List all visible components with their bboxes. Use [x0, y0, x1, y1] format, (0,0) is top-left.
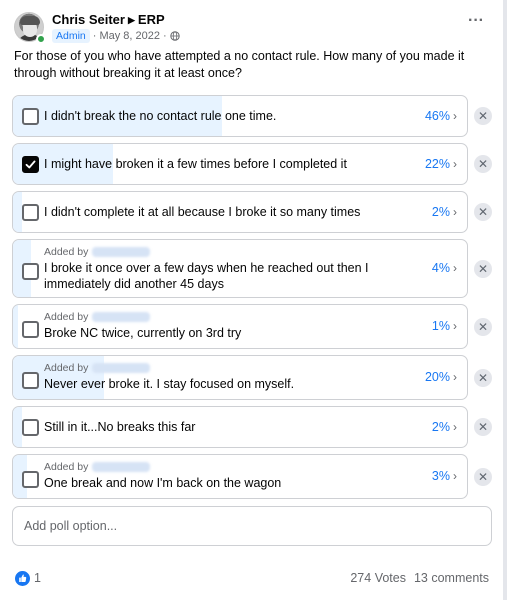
percent-value: 46%	[424, 109, 450, 123]
poll-option[interactable]: I didn't break the no contact rule one t…	[12, 95, 468, 137]
post-card: Chris Seiter ▶ ERP Admin · May 8, 2022 · ·…	[0, 0, 503, 600]
poll-option-label: One break and now I'm back on the wagon	[44, 476, 282, 490]
scroll-edge	[503, 0, 507, 600]
poll-option-percent[interactable]: 2% ›	[432, 205, 457, 219]
redacted-name	[92, 312, 151, 322]
close-icon[interactable]: ✕	[474, 468, 492, 486]
chevron-right-icon: ›	[453, 205, 457, 219]
poll-option[interactable]: Added by One break and now I'm back on th…	[12, 454, 468, 499]
chevron-right-icon: ›	[453, 319, 457, 333]
chevron-right-icon: ›	[453, 109, 457, 123]
poll-question: For those of you who have attempted a no…	[14, 49, 465, 80]
poll-option[interactable]: Still in it...No breaks this far 2% ›	[12, 406, 468, 448]
added-by-text: Added by	[44, 362, 89, 374]
poll-option-label: Broke NC twice, currently on 3rd try	[44, 326, 242, 340]
checkbox[interactable]	[22, 321, 39, 338]
like-count[interactable]: 1	[34, 571, 41, 585]
redacted-name	[92, 462, 151, 472]
poll-option[interactable]: Added by Never ever broke it. I stay focu…	[12, 355, 468, 400]
vote-count[interactable]: 274 Votes	[350, 571, 406, 585]
close-icon[interactable]: ✕	[474, 369, 492, 387]
thumbs-up-icon[interactable]	[15, 571, 30, 586]
percent-value: 2%	[431, 205, 450, 219]
poll-option[interactable]: I might have broken it a few times befor…	[12, 143, 468, 185]
meta-dot: ·	[162, 30, 167, 42]
poll-option-label: I might have broken it a few times befor…	[44, 157, 347, 171]
chevron-right-icon: ›	[453, 261, 457, 275]
added-by-label: Added by	[44, 311, 151, 323]
percent-value: 22%	[424, 157, 450, 171]
close-icon[interactable]: ✕	[474, 260, 492, 278]
poll-option-percent[interactable]: 46% ›	[425, 109, 457, 123]
chevron-right-icon: ›	[453, 469, 457, 483]
added-by-text: Added by	[44, 311, 89, 323]
added-by-label: Added by	[44, 246, 151, 258]
redacted-name	[92, 247, 151, 257]
poll-option[interactable]: I didn't complete it at all because I br…	[12, 191, 468, 233]
globe-icon	[169, 31, 180, 41]
online-status-dot	[36, 34, 46, 44]
close-icon[interactable]: ✕	[474, 155, 492, 173]
percent-value: 3%	[431, 469, 450, 483]
poll-option-label: Still in it...No breaks this far	[44, 420, 196, 434]
added-by-text: Added by	[44, 246, 89, 258]
percent-value: 4%	[431, 261, 450, 275]
poll-option[interactable]: Added by Broke NC twice, currently on 3rd…	[12, 304, 468, 349]
checkbox[interactable]	[22, 419, 39, 436]
chevron-right-icon: ›	[453, 370, 457, 384]
comment-count[interactable]: 13 comments	[414, 571, 489, 585]
poll-result-bar	[13, 192, 23, 232]
close-icon[interactable]: ✕	[474, 107, 492, 125]
close-icon[interactable]: ✕	[474, 418, 492, 436]
poll-option-label: I didn't complete it at all because I br…	[44, 205, 361, 219]
checkbox[interactable]	[22, 263, 39, 280]
poll-option-label: I broke it once over a few days when he …	[44, 261, 369, 291]
poll-result-bar	[13, 407, 23, 447]
poll-option-label: I didn't break the no contact rule one t…	[44, 109, 277, 123]
poll-option-percent[interactable]: 1% ›	[432, 319, 457, 333]
add-poll-option-input[interactable]: Add poll option...	[12, 506, 492, 546]
chevron-right-icon: ›	[453, 157, 457, 171]
post-footer: 1 274 Votes 13 comments	[12, 570, 492, 588]
group-name[interactable]: ERP	[138, 12, 165, 27]
added-by-label: Added by	[44, 461, 151, 473]
poll-option-percent[interactable]: 3% ›	[432, 469, 457, 483]
redacted-name	[92, 363, 151, 373]
added-by-text: Added by	[44, 461, 89, 473]
poll-option-percent[interactable]: 20% ›	[425, 370, 457, 384]
arrow-right-icon: ▶	[127, 15, 135, 25]
poll-option-percent[interactable]: 2% ›	[432, 420, 457, 434]
checkbox[interactable]	[22, 471, 39, 488]
post-meta: Admin · May 8, 2022 ·	[52, 29, 180, 43]
poll-option-label: Never ever broke it. I stay focused on m…	[44, 377, 295, 391]
checkbox[interactable]	[22, 108, 39, 125]
checkbox[interactable]	[22, 372, 39, 389]
percent-value: 1%	[431, 319, 450, 333]
post-header: Chris Seiter ▶ ERP Admin · May 8, 2022 · ·…	[12, 10, 492, 44]
checkbox-checked[interactable]	[22, 156, 39, 173]
poll-option-percent[interactable]: 4% ›	[432, 261, 457, 275]
post-date[interactable]: May 8, 2022	[99, 30, 160, 42]
checkbox[interactable]	[22, 204, 39, 221]
admin-badge: Admin	[52, 29, 90, 43]
added-by-label: Added by	[44, 362, 151, 374]
poll-option[interactable]: Added by I broke it once over a few days …	[12, 239, 468, 298]
close-icon[interactable]: ✕	[474, 203, 492, 221]
percent-value: 20%	[424, 370, 450, 384]
poll-option-percent[interactable]: 22% ›	[425, 157, 457, 171]
close-icon[interactable]: ✕	[474, 318, 492, 336]
ellipsis-icon[interactable]: ···	[466, 13, 486, 32]
meta-dot: ·	[92, 30, 97, 42]
poll-result-bar	[13, 305, 18, 348]
author-name[interactable]: Chris Seiter	[52, 12, 125, 27]
percent-value: 2%	[431, 420, 450, 434]
author-line: Chris Seiter ▶ ERP	[52, 12, 165, 27]
post-stats: 274 Votes 13 comments	[350, 571, 489, 585]
checkmark-icon	[25, 160, 36, 169]
chevron-right-icon: ›	[453, 420, 457, 434]
